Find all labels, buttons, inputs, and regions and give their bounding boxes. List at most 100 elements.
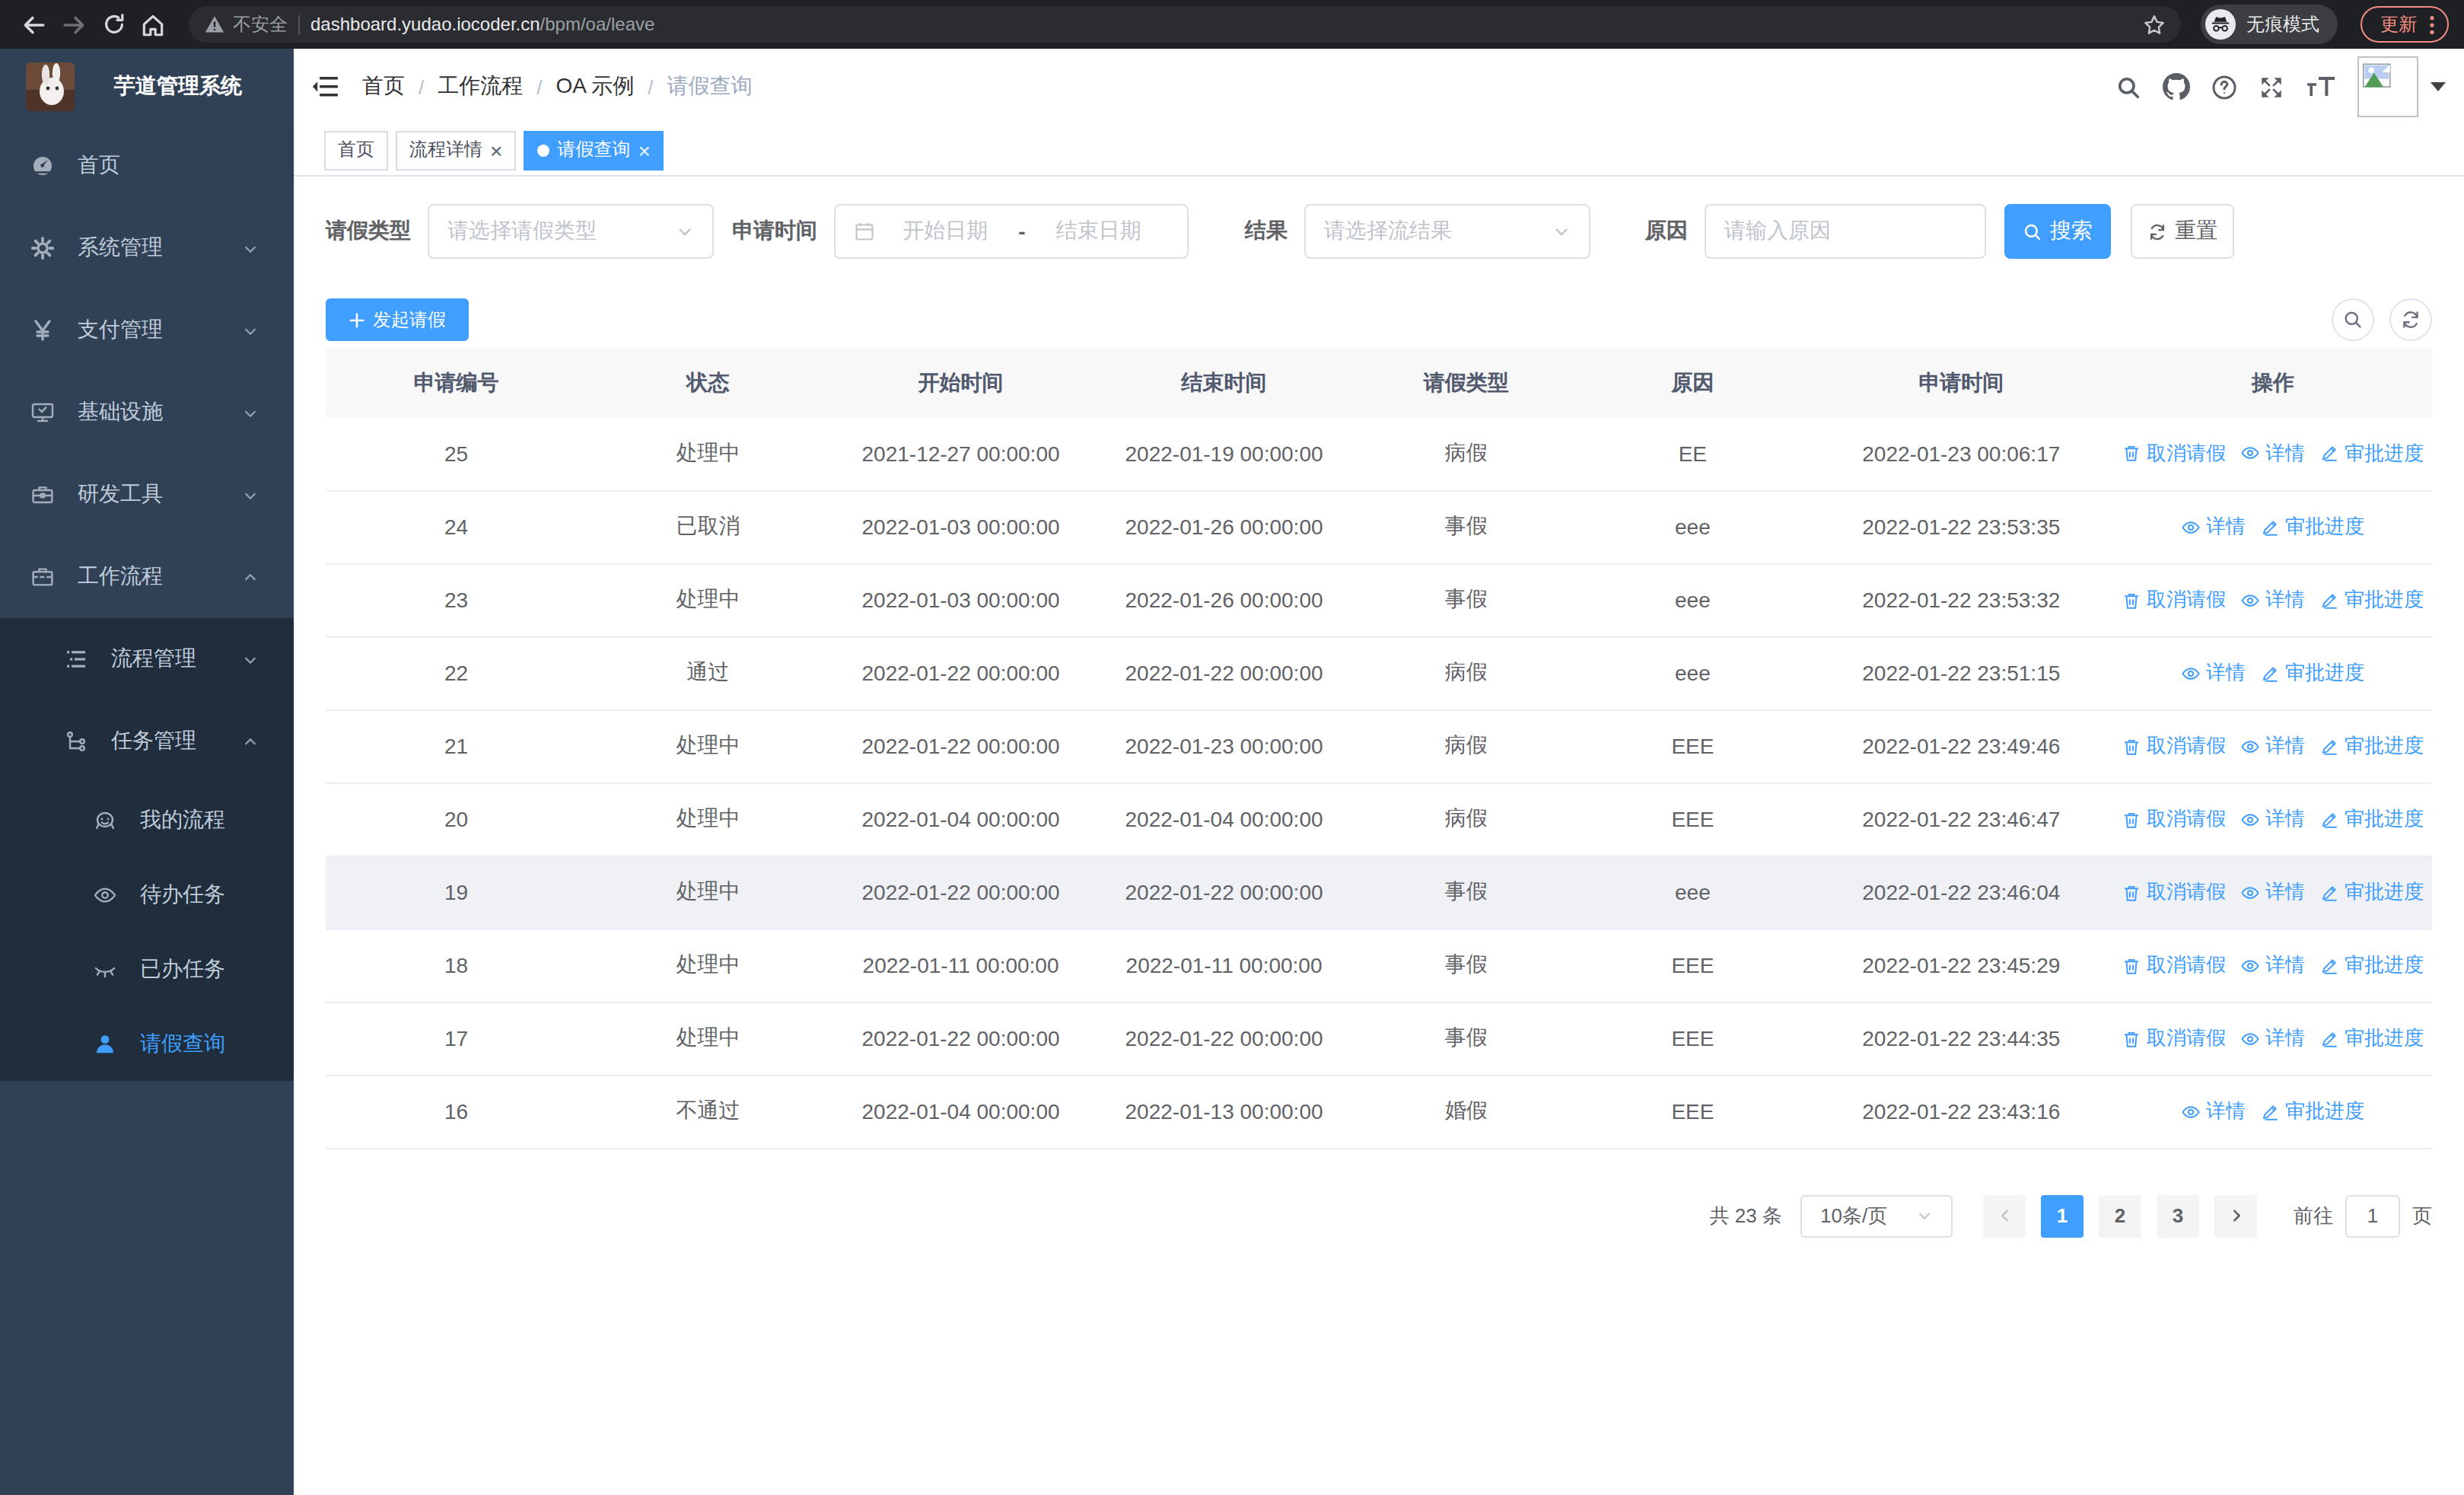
app-logo[interactable]: 芋道管理系统 (0, 49, 294, 125)
search-button[interactable]: 搜索 (2004, 204, 2111, 259)
table-row[interactable]: 20处理中2022-01-04 00:00:002022-01-04 00:00… (326, 783, 2432, 856)
reset-button[interactable]: 重置 (2131, 204, 2234, 259)
action-progress-link[interactable]: 审批进度 (2261, 513, 2364, 540)
cell-actions: 详情审批进度 (2114, 490, 2432, 563)
address-bar[interactable]: 不安全 dashboard.yudao.iocoder.cn/bpm/oa/le… (189, 6, 2181, 43)
sidebar-item-home[interactable]: 首页 (0, 125, 294, 207)
tab-home[interactable]: 首页 (324, 130, 388, 170)
action-detail-link[interactable]: 详情 (2241, 952, 2305, 979)
browser-back-icon[interactable] (21, 11, 47, 37)
cell-status: 处理中 (587, 709, 829, 783)
create-leave-button[interactable]: 发起请假 (326, 298, 469, 341)
goto-page-input[interactable]: 1 (2345, 1194, 2400, 1237)
action-progress-link[interactable]: 审批进度 (2320, 805, 2424, 833)
breadcrumb-item[interactable]: OA 示例 (556, 73, 635, 100)
action-cancel-link[interactable]: 取消请假 (2122, 805, 2226, 833)
table-row[interactable]: 21处理中2022-01-22 00:00:002022-01-23 00:00… (326, 709, 2432, 783)
action-progress-link[interactable]: 审批进度 (2320, 952, 2424, 979)
close-icon[interactable]: × (490, 139, 502, 161)
page-button-3[interactable]: 3 (2157, 1194, 2199, 1237)
browser-forward-icon[interactable] (61, 11, 87, 37)
avatar-caret-icon[interactable] (2431, 82, 2446, 91)
table-row[interactable]: 23处理中2022-01-03 00:00:002022-01-26 00:00… (326, 563, 2432, 636)
cell-end: 2022-01-22 00:00:00 (1093, 856, 1356, 929)
table-row[interactable]: 22通过2022-01-22 00:00:002022-01-22 00:00:… (326, 636, 2432, 709)
end-date-placeholder: 结束日期 (1029, 218, 1169, 245)
chevron-down-icon (1552, 222, 1571, 241)
browser-reload-icon[interactable] (100, 11, 126, 37)
breadcrumb-item[interactable]: 工作流程 (438, 73, 523, 100)
bookmark-star-icon[interactable] (2143, 13, 2166, 36)
action-detail-link[interactable]: 详情 (2182, 513, 2246, 540)
action-progress-link[interactable]: 审批进度 (2320, 586, 2424, 614)
action-detail-link[interactable]: 详情 (2182, 1098, 2246, 1125)
sidebar-item-system[interactable]: 系统管理 (0, 207, 294, 289)
close-icon[interactable]: × (638, 139, 650, 161)
tab-leave-query[interactable]: 请假查询× (524, 130, 664, 170)
tab-process-detail[interactable]: 流程详情× (396, 130, 516, 170)
breadcrumb-item[interactable]: 首页 (362, 73, 405, 100)
table-row[interactable]: 18处理中2022-01-11 00:00:002022-01-11 00:00… (326, 929, 2432, 1002)
github-icon[interactable] (2163, 73, 2190, 100)
reason-input[interactable]: 请输入原因 (1705, 204, 1986, 259)
toggle-search-button[interactable] (2332, 298, 2374, 341)
action-detail-link[interactable]: 详情 (2241, 732, 2305, 760)
action-detail-link[interactable]: 详情 (2241, 878, 2305, 906)
leave-type-select[interactable]: 请选择请假类型 (428, 204, 714, 259)
sidebar-item-label: 研发工具 (78, 481, 163, 508)
browser-home-icon[interactable] (140, 11, 166, 37)
sidebar-toggle-icon[interactable] (312, 75, 339, 99)
pen-icon (2320, 444, 2340, 464)
table-row[interactable]: 19处理中2022-01-22 00:00:002022-01-22 00:00… (326, 856, 2432, 929)
action-cancel-link[interactable]: 取消请假 (2122, 440, 2226, 467)
action-progress-link[interactable]: 审批进度 (2320, 1025, 2424, 1052)
action-progress-link[interactable]: 审批进度 (2320, 878, 2424, 906)
action-progress-link[interactable]: 审批进度 (2320, 440, 2424, 467)
browser-menu-kebab-icon[interactable] (2429, 13, 2435, 36)
action-cancel-link[interactable]: 取消请假 (2122, 1025, 2226, 1052)
action-cancel-link[interactable]: 取消请假 (2122, 586, 2226, 614)
action-detail-link[interactable]: 详情 (2241, 440, 2305, 467)
result-select[interactable]: 请选择流结果 (1304, 204, 1590, 259)
help-icon[interactable] (2211, 74, 2237, 100)
table-row[interactable]: 17处理中2022-01-22 00:00:002022-01-22 00:00… (326, 1002, 2432, 1075)
action-detail-link[interactable]: 详情 (2182, 659, 2246, 687)
next-page-button[interactable] (2214, 1194, 2257, 1237)
prev-page-button[interactable] (1983, 1194, 2026, 1237)
sidebar-item-payment[interactable]: 支付管理 (0, 289, 294, 371)
action-progress-link[interactable]: 审批进度 (2261, 1098, 2364, 1125)
action-cancel-link[interactable]: 取消请假 (2122, 878, 2226, 906)
font-size-icon[interactable] (2306, 75, 2336, 99)
user-avatar[interactable] (2357, 56, 2418, 117)
fullscreen-icon[interactable] (2259, 74, 2284, 100)
header-search-icon[interactable] (2115, 74, 2141, 100)
table-row[interactable]: 16不通过2022-01-04 00:00:002022-01-13 00:00… (326, 1075, 2432, 1148)
sidebar-item-devtools[interactable]: 研发工具 (0, 454, 294, 536)
action-progress-link[interactable]: 审批进度 (2261, 659, 2364, 687)
action-cancel-link[interactable]: 取消请假 (2122, 952, 2226, 979)
table-row[interactable]: 24已取消2022-01-03 00:00:002022-01-26 00:00… (326, 490, 2432, 563)
table-row[interactable]: 25处理中2021-12-27 00:00:002022-01-19 00:00… (326, 417, 2432, 490)
eye-sm-icon (2241, 809, 2261, 829)
sidebar-item-workflow[interactable]: 工作流程 (0, 536, 294, 618)
sidebar-item-done-tasks[interactable]: 已办任务 (0, 932, 294, 1006)
sidebar-item-todo-tasks[interactable]: 待办任务 (0, 857, 294, 932)
browser-update-button[interactable]: 更新 (2361, 6, 2449, 43)
page-button-2[interactable]: 2 (2099, 1194, 2141, 1237)
page-button-1[interactable]: 1 (2041, 1194, 2084, 1237)
date-range-input[interactable]: 开始日期 - 结束日期 (834, 204, 1189, 259)
action-cancel-link[interactable]: 取消请假 (2122, 732, 2226, 760)
cell-reason: EEE (1577, 1075, 1808, 1148)
action-detail-link[interactable]: 详情 (2241, 586, 2305, 614)
refresh-table-button[interactable] (2389, 298, 2432, 341)
page-size-select[interactable]: 10条/页 (1800, 1194, 1953, 1237)
action-detail-link[interactable]: 详情 (2241, 1025, 2305, 1052)
sidebar-item-leave-query[interactable]: 请假查询 (0, 1006, 294, 1081)
sidebar-item-infra[interactable]: 基础设施 (0, 371, 294, 454)
action-progress-link[interactable]: 审批进度 (2320, 732, 2424, 760)
sidebar-item-task-mgmt[interactable]: 任务管理 (0, 700, 294, 783)
sidebar-item-label: 首页 (78, 152, 120, 180)
sidebar-item-process-mgmt[interactable]: 流程管理 (0, 618, 294, 700)
action-detail-link[interactable]: 详情 (2241, 805, 2305, 833)
sidebar-item-my-process[interactable]: 我的流程 (0, 783, 294, 857)
